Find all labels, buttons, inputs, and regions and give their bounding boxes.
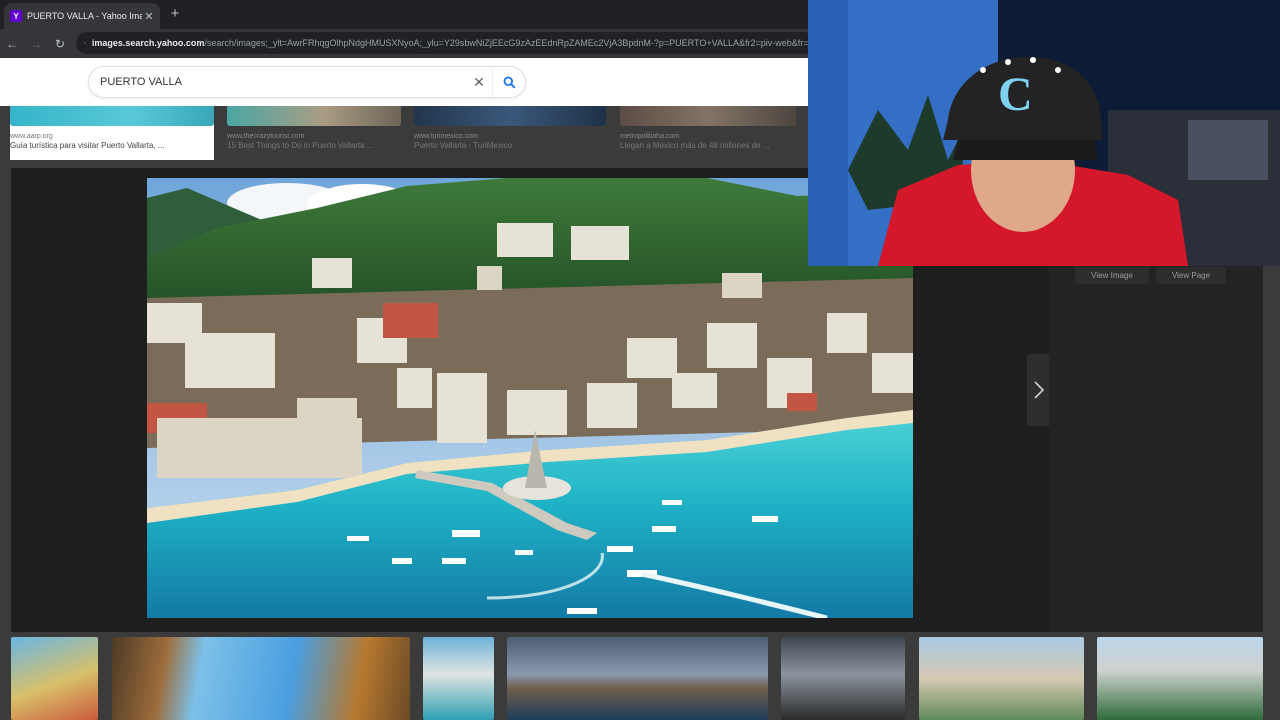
reload-button[interactable]: ↻ bbox=[48, 37, 72, 51]
result-caption[interactable]: 15 Best Things to Do in Puerto Vallarta … bbox=[227, 141, 401, 150]
result-thumbnail[interactable] bbox=[507, 637, 768, 720]
streamer-webcam-feed: C bbox=[808, 0, 1280, 266]
search-icon bbox=[503, 76, 516, 89]
result-source[interactable]: www.turimexico.com bbox=[414, 133, 606, 140]
result-card[interactable]: www.aarp.org Guía turística para visitar… bbox=[10, 106, 214, 160]
result-source[interactable]: www.aarp.org bbox=[10, 133, 214, 140]
previous-results-row: www.aarp.org Guía turística para visitar… bbox=[0, 106, 808, 160]
next-image-button[interactable] bbox=[1027, 354, 1051, 426]
yahoo-favicon-icon: Y bbox=[10, 10, 22, 22]
result-thumbnail[interactable] bbox=[1097, 637, 1263, 720]
result-caption[interactable]: Puerto Vallarta - TuriMexico bbox=[414, 141, 606, 150]
puerto-vallarta-aerial-photo bbox=[147, 178, 913, 618]
result-source[interactable]: www.thecrazytourist.com bbox=[227, 133, 401, 140]
result-card[interactable]: www.turimexico.com Puerto Vallarta - Tur… bbox=[414, 106, 606, 160]
url-path: /search/images;_ylt=AwrFRhqgOlhpNdgHMUSX… bbox=[204, 38, 816, 48]
site-settings-icon[interactable] bbox=[84, 37, 86, 49]
address-bar[interactable]: images.search.yahoo.com /search/images;_… bbox=[76, 32, 816, 54]
forward-button[interactable]: → bbox=[24, 37, 48, 51]
back-button[interactable]: ← bbox=[0, 37, 24, 51]
search-header: PUERTO VALLA ✕ bbox=[0, 58, 808, 106]
chevron-right-icon bbox=[1034, 381, 1045, 399]
search-button[interactable] bbox=[492, 67, 525, 97]
view-page-button[interactable]: View Page bbox=[1156, 267, 1226, 284]
result-caption[interactable]: Llegan a México más de 48 millones de ..… bbox=[620, 141, 796, 150]
result-thumbnail[interactable] bbox=[620, 106, 796, 126]
new-tab-button[interactable]: + bbox=[166, 5, 184, 22]
clear-search-icon[interactable]: ✕ bbox=[466, 74, 492, 91]
view-image-button[interactable]: View Image bbox=[1075, 267, 1149, 284]
result-thumbnail[interactable] bbox=[11, 637, 98, 720]
browser-tab[interactable]: Y PUERTO VALLA - Yahoo Image ✕ bbox=[4, 3, 160, 29]
webcam-overlay: C bbox=[808, 0, 1280, 266]
result-thumbnail[interactable] bbox=[423, 637, 494, 720]
result-card[interactable]: metropolitiaha.com Llegan a México más d… bbox=[620, 106, 796, 160]
page-scrollbar[interactable] bbox=[1264, 266, 1280, 720]
browser-nav-bar: ← → ↻ images.search.yahoo.com /search/im… bbox=[0, 29, 816, 58]
tab-title: PUERTO VALLA - Yahoo Image bbox=[27, 11, 142, 21]
enlarged-image[interactable] bbox=[147, 178, 913, 618]
browser-tab-bar: Y PUERTO VALLA - Yahoo Image ✕ + bbox=[0, 0, 808, 29]
tab-close-icon[interactable]: ✕ bbox=[142, 10, 156, 23]
result-thumbnail[interactable] bbox=[414, 106, 606, 126]
result-caption[interactable]: Guía turística para visitar Puerto Valla… bbox=[10, 141, 214, 150]
result-thumbnail[interactable] bbox=[781, 637, 905, 720]
result-thumbnail[interactable] bbox=[919, 637, 1084, 720]
result-source[interactable]: metropolitiaha.com bbox=[620, 133, 796, 140]
result-thumbnail[interactable] bbox=[112, 637, 410, 720]
search-input[interactable]: PUERTO VALLA bbox=[89, 76, 466, 88]
result-card[interactable]: www.thecrazytourist.com 15 Best Things t… bbox=[227, 106, 401, 160]
result-thumbnail[interactable] bbox=[227, 106, 401, 126]
url-host: images.search.yahoo.com bbox=[91, 38, 205, 48]
search-box[interactable]: PUERTO VALLA ✕ bbox=[88, 66, 526, 98]
svg-text:C: C bbox=[998, 68, 1033, 121]
result-thumbnail[interactable] bbox=[10, 106, 214, 126]
